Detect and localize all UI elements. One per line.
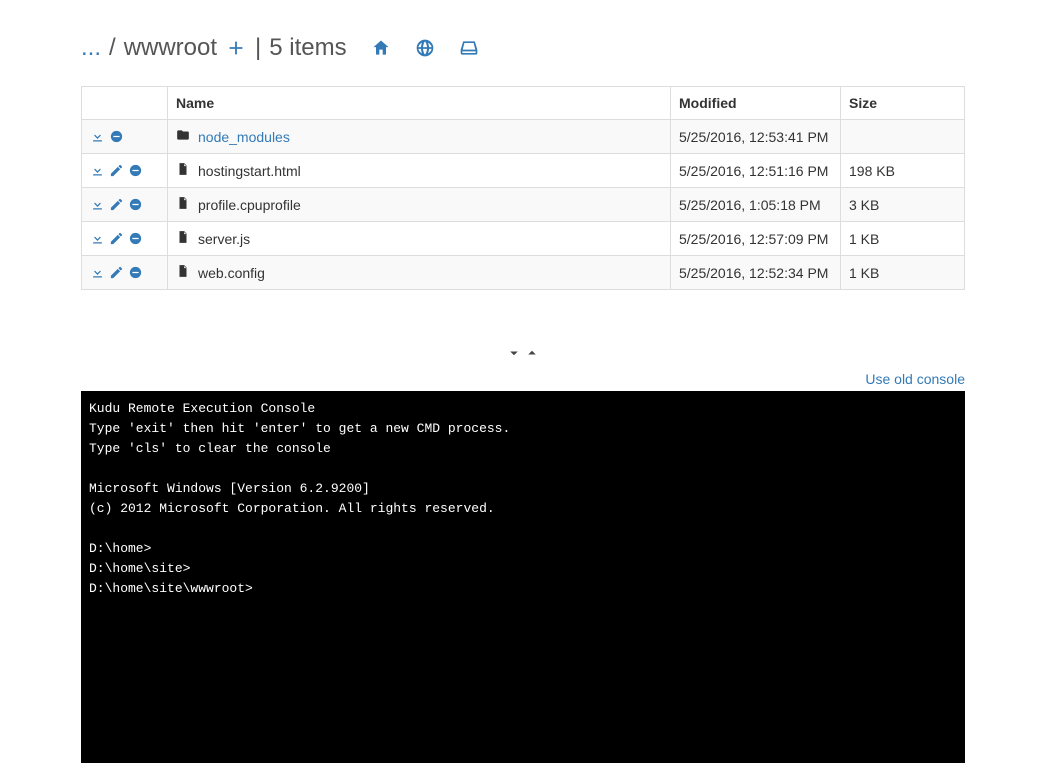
file-table: Name Modified Size node_modules 5/25/2016… xyxy=(81,86,965,290)
col-name-header[interactable]: Name xyxy=(168,87,671,120)
item-count: 5 items xyxy=(269,34,346,62)
table-row: hostingstart.html 5/25/2016, 12:51:16 PM1… xyxy=(82,154,965,188)
file-icon xyxy=(176,196,190,213)
size-cell: 1 KB xyxy=(841,256,965,290)
modified-cell: 5/25/2016, 12:53:41 PM xyxy=(671,120,841,154)
home-icon[interactable] xyxy=(371,38,391,58)
table-row: profile.cpuprofile 5/25/2016, 1:05:18 PM3… xyxy=(82,188,965,222)
use-old-console-link[interactable]: Use old console xyxy=(865,371,965,387)
edit-icon[interactable] xyxy=(109,197,124,212)
download-icon[interactable] xyxy=(90,197,105,212)
size-cell: 3 KB xyxy=(841,188,965,222)
disk-icon[interactable] xyxy=(459,38,479,58)
size-cell xyxy=(841,120,965,154)
edit-icon[interactable] xyxy=(109,163,124,178)
folder-icon xyxy=(176,128,190,145)
breadcrumb-bar: | xyxy=(255,34,261,62)
download-icon[interactable] xyxy=(90,129,105,144)
edit-icon[interactable] xyxy=(109,231,124,246)
console-output[interactable]: Kudu Remote Execution Console Type 'exit… xyxy=(81,391,965,763)
file-icon xyxy=(176,230,190,247)
breadcrumb-sep: / xyxy=(109,34,116,62)
download-icon[interactable] xyxy=(90,265,105,280)
file-icon xyxy=(176,264,190,281)
chevron-up-icon[interactable] xyxy=(523,344,541,362)
edit-icon[interactable] xyxy=(109,265,124,280)
modified-cell: 5/25/2016, 12:57:09 PM xyxy=(671,222,841,256)
col-modified-header[interactable]: Modified xyxy=(671,87,841,120)
delete-icon[interactable] xyxy=(128,163,143,178)
globe-icon[interactable] xyxy=(415,38,435,58)
col-size-header[interactable]: Size xyxy=(841,87,965,120)
size-cell: 198 KB xyxy=(841,154,965,188)
breadcrumb: ... / wwwroot | 5 items xyxy=(81,28,965,68)
delete-icon[interactable] xyxy=(128,265,143,280)
file-name: profile.cpuprofile xyxy=(198,197,301,213)
breadcrumb-current: wwwroot xyxy=(124,34,217,62)
breadcrumb-parent-link[interactable]: ... xyxy=(81,34,101,62)
table-row: web.config 5/25/2016, 12:52:34 PM1 KB xyxy=(82,256,965,290)
splitter-handle[interactable] xyxy=(81,344,965,365)
download-icon[interactable] xyxy=(90,231,105,246)
col-actions-header xyxy=(82,87,168,120)
file-name: hostingstart.html xyxy=(198,163,301,179)
modified-cell: 5/25/2016, 12:51:16 PM xyxy=(671,154,841,188)
modified-cell: 5/25/2016, 1:05:18 PM xyxy=(671,188,841,222)
modified-cell: 5/25/2016, 12:52:34 PM xyxy=(671,256,841,290)
table-row: node_modules 5/25/2016, 12:53:41 PM xyxy=(82,120,965,154)
delete-icon[interactable] xyxy=(109,129,124,144)
add-file-button[interactable] xyxy=(225,37,247,59)
file-name: web.config xyxy=(198,265,265,281)
delete-icon[interactable] xyxy=(128,197,143,212)
folder-link[interactable]: node_modules xyxy=(198,129,290,145)
file-icon xyxy=(176,162,190,179)
download-icon[interactable] xyxy=(90,163,105,178)
delete-icon[interactable] xyxy=(128,231,143,246)
size-cell: 1 KB xyxy=(841,222,965,256)
file-name: server.js xyxy=(198,231,250,247)
chevron-down-icon[interactable] xyxy=(505,344,523,362)
table-row: server.js 5/25/2016, 12:57:09 PM1 KB xyxy=(82,222,965,256)
